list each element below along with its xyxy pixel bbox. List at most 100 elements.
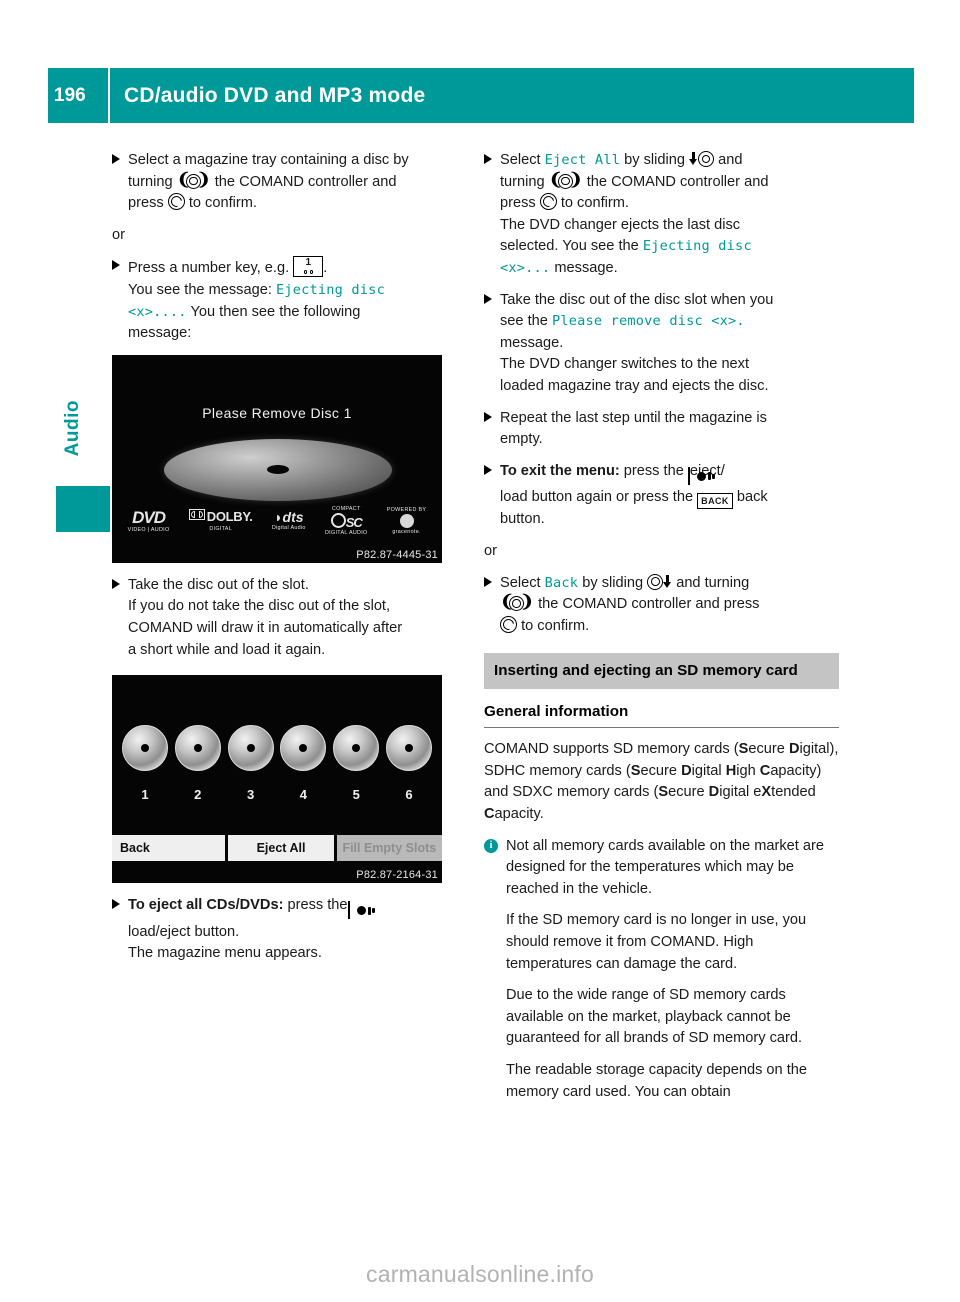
eject-load-button-icon: [347, 901, 375, 920]
step-text: Select: [500, 152, 541, 168]
step-text: and: [718, 152, 743, 168]
step-select-magazine-tray: Select a magazine tray containing a disc…: [112, 150, 467, 215]
step-line: The DVD changer ejects the last disc: [500, 216, 741, 233]
step-line: <x>.... You then see the following: [128, 302, 467, 324]
display-message-text: <x>....: [128, 303, 187, 320]
step-text: turning: [500, 173, 545, 190]
left-column: Select a magazine tray containing a disc…: [112, 150, 467, 975]
menu-item-text: Back: [544, 574, 579, 591]
step-line: The magazine menu appears.: [128, 945, 322, 962]
step-line: Select a magazine tray containing a disc…: [128, 152, 409, 168]
step-text: selected. You see the: [500, 238, 639, 255]
step-text: press the: [287, 897, 348, 914]
comand-screen-remove-disc: Please Remove Disc 1 DVD VIDEO | AUDIO DO…: [112, 354, 442, 563]
comand-controller-turn-icon: ❨ ❩: [176, 169, 211, 189]
eject-load-button-icon: [687, 466, 715, 485]
figure-caption: P82.87-4445-31: [356, 548, 438, 561]
dvd-logo-icon: DVD VIDEO | AUDIO: [127, 507, 170, 533]
display-message-text: Ejecting disc: [275, 281, 385, 298]
slide-down-arrow-icon: [689, 152, 698, 167]
step-line: to confirm.: [500, 615, 839, 638]
step-text: back: [736, 489, 768, 506]
step-emphasis: To eject all CDs/DVDs:: [128, 897, 284, 914]
step-line: load/eject button.: [128, 923, 240, 940]
step-text: You then see the following: [190, 303, 361, 320]
step-line: COMAND will draw it in automatically aft…: [128, 619, 403, 636]
step-text: to confirm.: [521, 617, 590, 634]
disc-number: 3: [246, 787, 255, 803]
disc-number: 6: [405, 787, 413, 803]
step-line: press to confirm.: [500, 193, 839, 215]
subsection-heading: General information: [484, 703, 839, 729]
step-text: the COMAND controller and: [214, 173, 397, 190]
step-text: .: [323, 260, 328, 277]
step-line: load button again or press the BACK back: [500, 487, 839, 510]
step-line: turning ❨ ❩ the COMAND controller and: [500, 171, 839, 194]
compact-disc-logo-icon: COMPACT SC DIGITAL AUDIO: [324, 506, 368, 536]
display-message-text: Please remove disc <x>.: [551, 313, 745, 330]
step-text: to confirm.: [560, 195, 629, 212]
disc-graphic: [164, 438, 392, 501]
step-line: selected. You see the Ejecting disc: [500, 236, 839, 258]
step-text: message.: [554, 259, 618, 276]
screen-message: Please Remove Disc 1: [202, 404, 352, 421]
magazine-disc: [333, 725, 380, 772]
slide-down-arrow-icon: [663, 574, 672, 590]
step-line: Select Eject All by sliding and: [500, 150, 839, 172]
number-key-icon: 1: [293, 256, 324, 278]
magazine-menu-buttons: Back Eject All Fill Empty Slots: [112, 835, 442, 862]
comand-controller-slide-icon: [698, 151, 715, 167]
right-column: Select Eject All by sliding and turning …: [484, 150, 839, 1113]
gracenote-logo-icon: POWERED BY gracenote.: [386, 507, 427, 535]
step-line: ❨ ❩ the COMAND controller and press: [500, 593, 839, 616]
step-arrow-icon: [484, 154, 492, 164]
figure-please-remove-disc: Please Remove Disc 1 DVD VIDEO | AUDIO DO…: [112, 354, 467, 563]
format-logos: DVD VIDEO | AUDIO DOLBY. DIGITAL ◗dts Digit…: [112, 501, 442, 541]
comand-controller-slide-icon: [647, 573, 664, 590]
dolby-digital-logo-icon: DOLBY. DIGITAL: [188, 509, 253, 532]
figure-magazine-menu: 1 2 3 4 5 6 Back Eject All Fill Empty Sl…: [112, 675, 467, 884]
step-eject-all: To eject all CDs/DVDs: press the load/ej…: [112, 895, 467, 965]
section-heading: Inserting and ejecting an SD memory card: [484, 653, 839, 690]
comand-controller-press-icon: [500, 615, 517, 633]
step-line: <x>... message.: [500, 258, 839, 280]
step-line: message.: [500, 334, 564, 351]
comand-controller-press-icon: [167, 193, 185, 211]
step-line: press to confirm.: [128, 193, 467, 215]
step-text: Select: [500, 574, 541, 591]
general-information-paragraph: COMAND supports SD memory cards (Secure …: [484, 741, 839, 823]
step-text: by sliding: [624, 152, 685, 168]
step-text: and turning: [676, 574, 750, 591]
comand-screen-magazine: 1 2 3 4 5 6 Back Eject All Fill Empty Sl…: [112, 675, 442, 884]
step-exit-menu: To exit the menu: press the eject/ load …: [484, 461, 839, 531]
step-text: by sliding: [582, 574, 644, 591]
info-icon: i: [484, 838, 498, 853]
step-line: Press a number key, e.g. 1 .: [128, 256, 467, 280]
disc-number: 4: [299, 787, 307, 803]
step-arrow-icon: [112, 899, 120, 910]
magazine-disc: [385, 725, 432, 772]
step-arrow-icon: [112, 260, 120, 271]
step-emphasis: To exit the menu:: [500, 462, 620, 479]
step-arrow-icon: [484, 293, 492, 304]
note-paragraph: The readable storage capacity depends on…: [506, 1062, 808, 1100]
step-line: see the Please remove disc <x>.: [500, 311, 839, 333]
disc-number: 5: [352, 787, 360, 803]
site-watermark: carmanualsonline.info: [366, 1261, 594, 1287]
step-text: to confirm.: [188, 195, 257, 212]
step-line: Take the disc out of the disc slot when …: [500, 291, 774, 308]
disc-number: 2: [194, 787, 202, 803]
step-text: press: [500, 195, 536, 212]
step-text: see the: [500, 313, 548, 330]
step-arrow-icon: [484, 464, 492, 475]
screen-back-button[interactable]: Back: [112, 835, 226, 862]
step-line: The DVD changer switches to the next: [500, 356, 750, 373]
screen-eject-all-button[interactable]: Eject All: [228, 835, 334, 862]
dts-logo-icon: ◗dts Digital Audio: [271, 509, 306, 532]
step-line: turning ❨ ❩ the COMAND controller and: [128, 169, 467, 194]
step-arrow-icon: [112, 578, 120, 589]
menu-item-text: Eject All: [544, 152, 621, 168]
step-text: the COMAND controller and: [586, 173, 769, 190]
step-line: You see the message: Ejecting disc: [128, 280, 467, 302]
step-arrow-icon: [484, 411, 492, 422]
